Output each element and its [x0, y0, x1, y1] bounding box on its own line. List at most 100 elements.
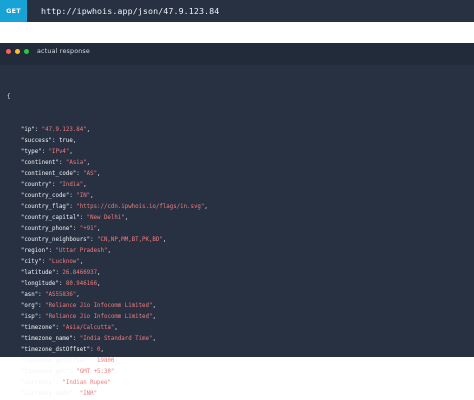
json-colon: :	[72, 226, 80, 232]
json-comma: ,	[76, 292, 80, 298]
json-colon: :	[34, 127, 42, 133]
json-line: "timezone_gmt": "GMT +5:30",	[7, 367, 467, 378]
json-value: true	[58, 138, 73, 144]
json-response: { "ip": "47.9.123.84", "success": true, …	[7, 70, 467, 400]
json-open-brace: {	[7, 94, 11, 100]
json-key: "isp"	[20, 314, 39, 320]
json-colon: :	[41, 259, 49, 265]
json-colon: :	[52, 138, 59, 144]
json-line: "continent": "Asia",	[7, 158, 467, 169]
json-comma: ,	[79, 259, 84, 265]
json-line: "timezone_dstOffset": 0,	[7, 345, 467, 356]
json-line: "currency": "Indian Rupee",	[7, 378, 467, 389]
json-line: "region": "Uttar Pradesh",	[7, 246, 467, 257]
json-key: "continent_code"	[20, 171, 77, 177]
json-value: 19800	[97, 358, 115, 364]
json-colon: :	[79, 215, 87, 221]
json-key: "timezone_gmt"	[20, 369, 70, 375]
json-comma: ,	[110, 380, 115, 386]
json-value: "Lucknow"	[48, 259, 80, 265]
json-key: "timezone_gmtOffset"	[20, 358, 91, 364]
json-value: "47.9.123.84"	[41, 127, 87, 133]
request-url[interactable]: http://ipwhois.app/json/47.9.123.84	[41, 0, 219, 22]
json-comma: ,	[114, 358, 118, 364]
json-value: "India Standard Time"	[79, 336, 153, 342]
json-line: "asn": "AS55836",	[7, 290, 467, 301]
json-value: "AS55836"	[45, 292, 77, 298]
json-comma: ,	[90, 193, 94, 199]
json-comma: ,	[83, 182, 87, 188]
json-comma: ,	[97, 391, 101, 397]
json-comma: ,	[97, 171, 101, 177]
json-line: "timezone_gmtOffset": 19800,	[7, 356, 467, 367]
json-key: "longitude"	[20, 281, 59, 287]
json-comma: ,	[114, 369, 118, 375]
json-colon: :	[58, 160, 66, 166]
json-colon: :	[41, 149, 49, 155]
json-value: "Asia/Calcutta"	[62, 325, 115, 331]
json-key: "type"	[20, 149, 42, 155]
json-value: "CN,NP,MM,BT,PK,BD"	[97, 237, 163, 243]
json-value: 26.8466937	[62, 270, 98, 276]
minimize-dot-icon	[15, 48, 20, 54]
json-line: "city": "Lucknow",	[7, 257, 467, 268]
json-key: "timezone"	[20, 325, 56, 331]
json-comma: ,	[100, 347, 104, 353]
json-comma: ,	[97, 226, 101, 232]
json-key: "timezone_name"	[20, 336, 73, 342]
json-value: "+91"	[79, 226, 98, 232]
method-badge[interactable]: GET	[0, 0, 27, 22]
json-line: "timezone": "Asia/Calcutta",	[7, 323, 467, 334]
json-key: "country_capital"	[20, 215, 80, 221]
json-line: "timezone_name": "India Standard Time",	[7, 334, 467, 345]
json-key: "latitude"	[20, 270, 56, 276]
json-comma: ,	[124, 215, 129, 221]
json-colon: :	[52, 182, 59, 188]
json-comma: ,	[152, 336, 156, 342]
json-line: "isp": "Reliance Jio Infocomm Limited",	[7, 312, 467, 323]
json-comma: ,	[114, 325, 118, 331]
panel-header: actual response	[0, 43, 474, 65]
json-key: "ip"	[20, 127, 35, 133]
request-bar: GET http://ipwhois.app/json/47.9.123.84	[0, 0, 474, 22]
panel-title: actual response	[37, 48, 90, 55]
json-comma: ,	[86, 160, 91, 166]
json-line: "country_phone": "+91",	[7, 224, 467, 235]
json-comma: ,	[107, 248, 111, 254]
json-key: "currency"	[20, 380, 56, 386]
json-line: "org": "Reliance Jio Infocomm Limited",	[7, 301, 467, 312]
json-key: "country_code"	[20, 193, 70, 199]
json-colon: :	[58, 281, 66, 287]
json-colon: :	[72, 391, 80, 397]
json-value: "GMT +5:30"	[76, 369, 115, 375]
json-key: "city"	[20, 259, 42, 265]
json-key: "country"	[20, 182, 53, 188]
json-value: "INR"	[79, 391, 98, 397]
json-key: "country_flag"	[20, 204, 70, 210]
json-colon: :	[48, 248, 56, 254]
json-value: "https://cdn.ipwhois.io/flags/in.svg"	[76, 204, 205, 210]
json-line: "longitude": 80.946166,	[7, 279, 467, 290]
json-comma: ,	[72, 138, 77, 144]
json-key: "success"	[20, 138, 53, 144]
json-comma: ,	[152, 303, 156, 309]
json-comma: ,	[86, 127, 91, 133]
json-value: "Indian Rupee"	[62, 380, 111, 386]
json-value: "AS"	[83, 171, 98, 177]
json-value: 80.946166	[65, 281, 98, 287]
json-line: "country_capital": "New Delhi",	[7, 213, 467, 224]
maximize-dot-icon	[24, 48, 29, 54]
json-comma: ,	[162, 237, 167, 243]
